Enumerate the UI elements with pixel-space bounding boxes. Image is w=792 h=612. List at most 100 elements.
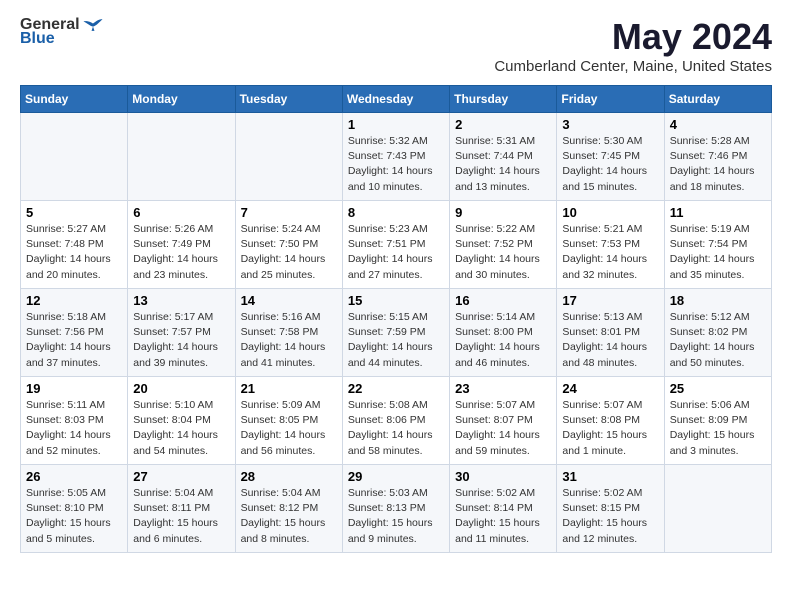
calendar-cell <box>235 113 342 201</box>
day-number: 20 <box>133 381 229 396</box>
day-number: 13 <box>133 293 229 308</box>
calendar-cell: 3 Sunrise: 5:30 AMSunset: 7:45 PMDaylight… <box>557 113 664 201</box>
day-number: 2 <box>455 117 551 132</box>
day-number: 30 <box>455 469 551 484</box>
day-info: Sunrise: 5:08 AMSunset: 8:06 PMDaylight:… <box>348 398 444 459</box>
day-info: Sunrise: 5:06 AMSunset: 8:09 PMDaylight:… <box>670 398 766 459</box>
calendar-cell: 7Sunrise: 5:24 AMSunset: 7:50 PMDaylight… <box>235 201 342 289</box>
day-number: 11 <box>670 205 766 220</box>
calendar-cell <box>664 465 771 553</box>
day-number: 4 <box>670 117 766 132</box>
day-info: Sunrise: 5:10 AMSunset: 8:04 PMDaylight:… <box>133 398 229 459</box>
calendar-cell: 11 Sunrise: 5:19 AMSunset: 7:54 PMDayligh… <box>664 201 771 289</box>
week-row-5: 26 Sunrise: 5:05 AMSunset: 8:10 PMDayligh… <box>21 465 772 553</box>
day-info: Sunrise: 5:21 AMSunset: 7:53 PMDaylight:… <box>562 222 658 283</box>
calendar-cell: 5 Sunrise: 5:27 AMSunset: 7:48 PMDaylight… <box>21 201 128 289</box>
day-header-thursday: Thursday <box>450 86 557 113</box>
calendar-cell: 17Sunrise: 5:13 AMSunset: 8:01 PMDayligh… <box>557 289 664 377</box>
day-info: Sunrise: 5:23 AMSunset: 7:51 PMDaylight:… <box>348 222 444 283</box>
calendar-cell: 12 Sunrise: 5:18 AMSunset: 7:56 PMDayligh… <box>21 289 128 377</box>
day-number: 26 <box>26 469 122 484</box>
calendar-cell: 4 Sunrise: 5:28 AMSunset: 7:46 PMDaylight… <box>664 113 771 201</box>
day-info: Sunrise: 5:22 AMSunset: 7:52 PMDaylight:… <box>455 222 551 283</box>
day-number: 8 <box>348 205 444 220</box>
calendar-cell: 1 Sunrise: 5:32 AMSunset: 7:43 PMDaylight… <box>342 113 449 201</box>
day-header-tuesday: Tuesday <box>235 86 342 113</box>
week-row-1: 1 Sunrise: 5:32 AMSunset: 7:43 PMDaylight… <box>21 113 772 201</box>
day-info: Sunrise: 5:15 AMSunset: 7:59 PMDaylight:… <box>348 310 444 371</box>
calendar-cell: 28Sunrise: 5:04 AMSunset: 8:12 PMDayligh… <box>235 465 342 553</box>
day-header-saturday: Saturday <box>664 86 771 113</box>
day-info: Sunrise: 5:27 AMSunset: 7:48 PMDaylight:… <box>26 222 122 283</box>
logo-bird-icon <box>82 16 104 34</box>
calendar-cell: 18 Sunrise: 5:12 AMSunset: 8:02 PMDayligh… <box>664 289 771 377</box>
day-info: Sunrise: 5:12 AMSunset: 8:02 PMDaylight:… <box>670 310 766 371</box>
day-number: 1 <box>348 117 444 132</box>
week-row-3: 12 Sunrise: 5:18 AMSunset: 7:56 PMDayligh… <box>21 289 772 377</box>
day-number: 21 <box>241 381 337 396</box>
day-number: 9 <box>455 205 551 220</box>
day-number: 14 <box>241 293 337 308</box>
calendar-cell <box>128 113 235 201</box>
day-number: 31 <box>562 469 658 484</box>
calendar-cell: 8 Sunrise: 5:23 AMSunset: 7:51 PMDaylight… <box>342 201 449 289</box>
day-number: 23 <box>455 381 551 396</box>
day-info: Sunrise: 5:26 AMSunset: 7:49 PMDaylight:… <box>133 222 229 283</box>
day-header-monday: Monday <box>128 86 235 113</box>
month-title: May 2024 <box>494 16 772 58</box>
calendar-cell: 27 Sunrise: 5:04 AMSunset: 8:11 PMDayligh… <box>128 465 235 553</box>
day-number: 3 <box>562 117 658 132</box>
day-number: 12 <box>26 293 122 308</box>
day-info: Sunrise: 5:04 AMSunset: 8:11 PMDaylight:… <box>133 486 229 547</box>
day-number: 5 <box>26 205 122 220</box>
day-info: Sunrise: 5:05 AMSunset: 8:10 PMDaylight:… <box>26 486 122 547</box>
calendar-cell: 29Sunrise: 5:03 AMSunset: 8:13 PMDayligh… <box>342 465 449 553</box>
calendar-cell: 22 Sunrise: 5:08 AMSunset: 8:06 PMDayligh… <box>342 377 449 465</box>
calendar-cell: 21 Sunrise: 5:09 AMSunset: 8:05 PMDayligh… <box>235 377 342 465</box>
day-number: 27 <box>133 469 229 484</box>
day-info: Sunrise: 5:18 AMSunset: 7:56 PMDaylight:… <box>26 310 122 371</box>
day-number: 6 <box>133 205 229 220</box>
day-info: Sunrise: 5:09 AMSunset: 8:05 PMDaylight:… <box>241 398 337 459</box>
day-number: 16 <box>455 293 551 308</box>
day-header-sunday: Sunday <box>21 86 128 113</box>
day-info: Sunrise: 5:07 AMSunset: 8:08 PMDaylight:… <box>562 398 658 459</box>
day-info: Sunrise: 5:04 AMSunset: 8:12 PMDaylight:… <box>241 486 337 547</box>
title-area: May 2024 Cumberland Center, Maine, Unite… <box>494 16 772 75</box>
day-info: Sunrise: 5:16 AMSunset: 7:58 PMDaylight:… <box>241 310 337 371</box>
day-info: Sunrise: 5:19 AMSunset: 7:54 PMDaylight:… <box>670 222 766 283</box>
calendar-cell: 25 Sunrise: 5:06 AMSunset: 8:09 PMDayligh… <box>664 377 771 465</box>
calendar-cell: 31Sunrise: 5:02 AMSunset: 8:15 PMDayligh… <box>557 465 664 553</box>
week-row-2: 5 Sunrise: 5:27 AMSunset: 7:48 PMDaylight… <box>21 201 772 289</box>
day-number: 25 <box>670 381 766 396</box>
calendar-cell: 10Sunrise: 5:21 AMSunset: 7:53 PMDayligh… <box>557 201 664 289</box>
day-number: 15 <box>348 293 444 308</box>
day-number: 17 <box>562 293 658 308</box>
location-title: Cumberland Center, Maine, United States <box>494 58 772 75</box>
day-header-friday: Friday <box>557 86 664 113</box>
day-info: Sunrise: 5:28 AMSunset: 7:46 PMDaylight:… <box>670 134 766 195</box>
day-info: Sunrise: 5:24 AMSunset: 7:50 PMDaylight:… <box>241 222 337 283</box>
day-number: 24 <box>562 381 658 396</box>
calendar-cell: 24 Sunrise: 5:07 AMSunset: 8:08 PMDayligh… <box>557 377 664 465</box>
calendar-cell: 23Sunrise: 5:07 AMSunset: 8:07 PMDayligh… <box>450 377 557 465</box>
week-row-4: 19Sunrise: 5:11 AMSunset: 8:03 PMDayligh… <box>21 377 772 465</box>
day-info: Sunrise: 5:32 AMSunset: 7:43 PMDaylight:… <box>348 134 444 195</box>
calendar-cell: 13Sunrise: 5:17 AMSunset: 7:57 PMDayligh… <box>128 289 235 377</box>
day-number: 22 <box>348 381 444 396</box>
calendar-table: SundayMondayTuesdayWednesdayThursdayFrid… <box>20 85 772 553</box>
calendar-cell: 15 Sunrise: 5:15 AMSunset: 7:59 PMDayligh… <box>342 289 449 377</box>
calendar-cell: 26 Sunrise: 5:05 AMSunset: 8:10 PMDayligh… <box>21 465 128 553</box>
day-number: 29 <box>348 469 444 484</box>
calendar-cell: 6 Sunrise: 5:26 AMSunset: 7:49 PMDaylight… <box>128 201 235 289</box>
calendar-cell: 20 Sunrise: 5:10 AMSunset: 8:04 PMDayligh… <box>128 377 235 465</box>
days-header-row: SundayMondayTuesdayWednesdayThursdayFrid… <box>21 86 772 113</box>
calendar-cell: 30Sunrise: 5:02 AMSunset: 8:14 PMDayligh… <box>450 465 557 553</box>
logo: General Blue <box>20 16 104 48</box>
day-info: Sunrise: 5:30 AMSunset: 7:45 PMDaylight:… <box>562 134 658 195</box>
calendar-cell: 19Sunrise: 5:11 AMSunset: 8:03 PMDayligh… <box>21 377 128 465</box>
day-number: 18 <box>670 293 766 308</box>
calendar-cell: 2Sunrise: 5:31 AMSunset: 7:44 PMDaylight… <box>450 113 557 201</box>
calendar-cell: 9 Sunrise: 5:22 AMSunset: 7:52 PMDaylight… <box>450 201 557 289</box>
day-info: Sunrise: 5:14 AMSunset: 8:00 PMDaylight:… <box>455 310 551 371</box>
